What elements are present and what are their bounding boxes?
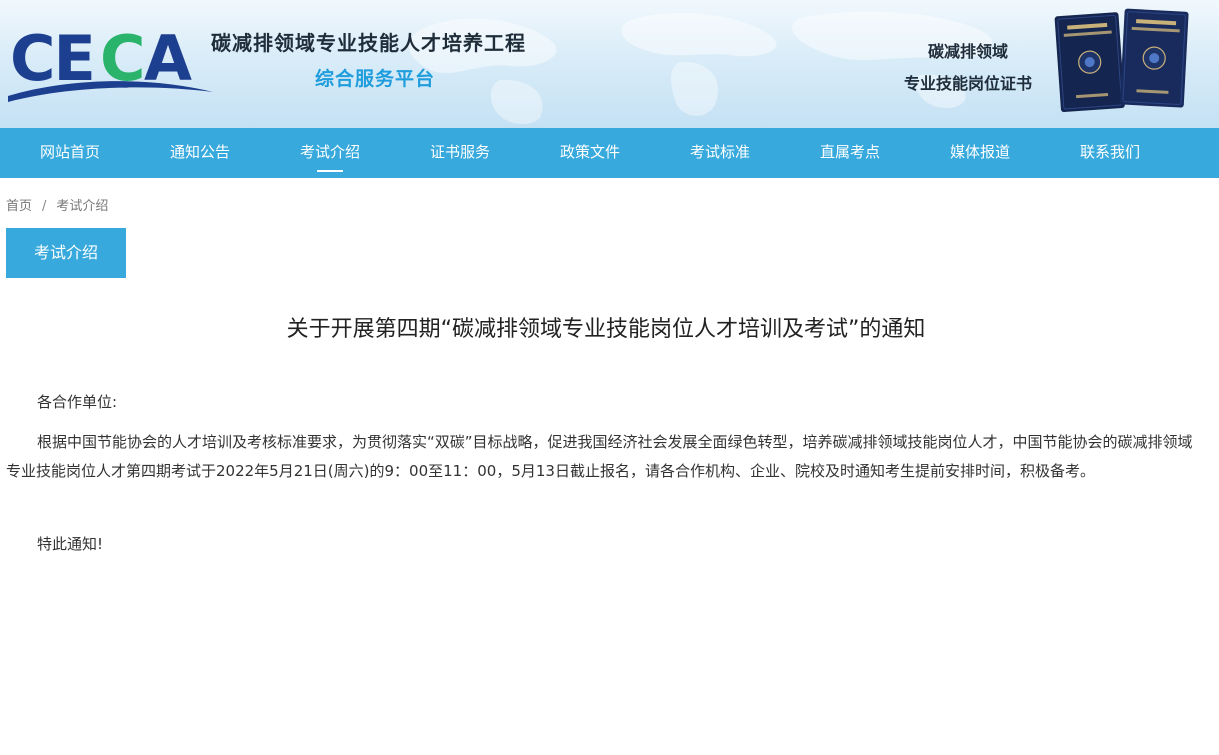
nav-item-notices[interactable]: 通知公告 [145,128,255,178]
nav-item-certificate-service[interactable]: 证书服务 [405,128,515,178]
breadcrumb-current: 考试介绍 [56,199,109,214]
breadcrumb-home-link[interactable]: 首页 [6,199,32,214]
nav-item-label: 媒体报道 [949,143,1010,161]
breadcrumb-separator: / [42,199,47,214]
certificate-books-image [1054,8,1189,113]
article-body: 各合作单位: 根据中国节能协会的人才培训及考核标准要求，为贯彻落实“双碳”目标战… [6,388,1206,559]
article-salutation: 各合作单位: [37,393,118,411]
site-header: CE C A 碳减排领域专业技能人才培养工程 综合服务平台 碳减排领域 专业技能… [0,0,1219,128]
nav-item-label: 政策文件 [559,143,620,161]
article-closing: 特此通知! [37,535,104,553]
nav-item-label: 直属考点 [819,143,880,161]
nav-item-label: 联系我们 [1079,143,1140,161]
platform-title: 碳减排领域专业技能人才培养工程 [211,31,526,55]
section-tab-exam-intro[interactable]: 考试介绍 [6,228,126,278]
nav-item-label: 通知公告 [169,143,230,161]
nav-item-label: 网站首页 [39,143,100,161]
article-paragraph: 根据中国节能协会的人才培训及考核标准要求，为贯彻落实“双碳”目标战略，促进我国经… [6,433,1193,480]
nav-item-label: 证书服务 [429,143,490,161]
main-navigation: 网站首页 通知公告 考试介绍 证书服务 政策文件 考试标准 直属考点 媒体报道 … [0,128,1219,178]
nav-item-label: 考试标准 [689,143,750,161]
nav-item-contact-us[interactable]: 联系我们 [1055,128,1165,178]
world-map-background [409,11,993,125]
nav-item-home[interactable]: 网站首页 [15,128,125,178]
nav-item-exam-centers[interactable]: 直属考点 [795,128,905,178]
certificate-caption-line1: 碳减排领域 [927,42,1008,61]
ceca-logo: CE C A [8,22,213,102]
nav-item-policy-documents[interactable]: 政策文件 [535,128,645,178]
nav-item-exam-standards[interactable]: 考试标准 [665,128,775,178]
breadcrumb: 首页 / 考试介绍 [6,195,108,214]
platform-subtitle: 综合服务平台 [315,68,436,90]
active-nav-indicator [317,170,343,172]
nav-item-label: 考试介绍 [299,143,360,161]
nav-item-media-reports[interactable]: 媒体报道 [925,128,1035,178]
certificate-caption-line2: 专业技能岗位证书 [903,74,1032,93]
nav-item-exam-intro[interactable]: 考试介绍 [275,128,385,178]
article-title: 关于开展第四期“碳减排领域专业技能岗位人才培训及考试”的通知 [286,317,926,342]
